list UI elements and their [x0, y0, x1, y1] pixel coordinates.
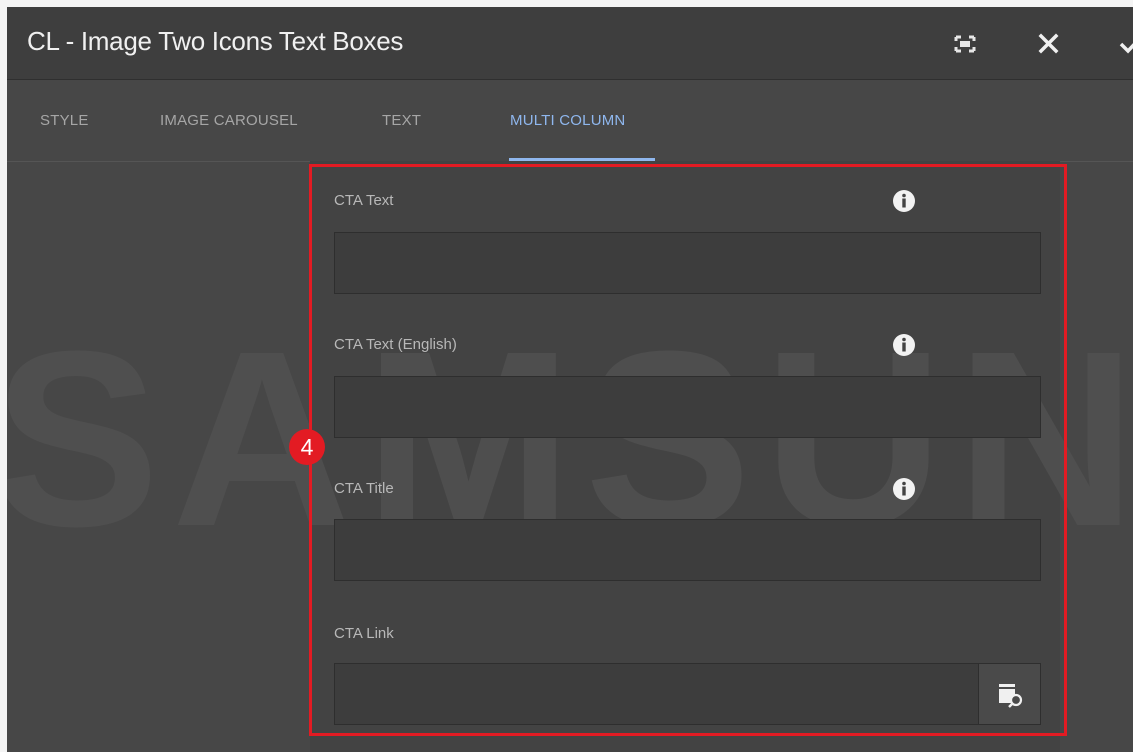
confirm-button[interactable] — [1115, 29, 1133, 59]
info-icon[interactable] — [892, 333, 916, 357]
tab-text[interactable]: TEXT — [382, 112, 421, 129]
close-button[interactable] — [1034, 29, 1064, 59]
tab-multi-column[interactable]: MULTI COLUMN — [510, 112, 625, 129]
dialog-titlebar: CL - Image Two Icons Text Boxes — [7, 7, 1133, 80]
cta-text-input[interactable] — [334, 232, 1041, 294]
dialog: CL - Image Two Icons Text Boxes STYLE IM… — [7, 7, 1133, 752]
cta-link-input[interactable] — [334, 663, 979, 725]
cta-text-english-label: CTA Text (English) — [334, 336, 457, 353]
info-icon[interactable] — [892, 189, 916, 213]
step-marker: 4 — [289, 429, 325, 465]
browse-icon — [999, 684, 1023, 708]
cta-text-label: CTA Text — [334, 192, 394, 209]
cta-text-english-input[interactable] — [334, 376, 1041, 438]
fullscreen-button[interactable] — [950, 29, 980, 59]
cta-title-label: CTA Title — [334, 480, 394, 497]
tab-style[interactable]: STYLE — [40, 112, 89, 129]
tab-bar: STYLE IMAGE CAROUSEL TEXT MULTI COLUMN — [7, 80, 1133, 162]
info-icon[interactable] — [892, 477, 916, 501]
close-icon — [1038, 33, 1059, 54]
fullscreen-icon — [954, 35, 976, 53]
path-browser-button[interactable] — [978, 663, 1041, 725]
dialog-title: CL - Image Two Icons Text Boxes — [27, 26, 404, 56]
check-icon — [1119, 42, 1133, 54]
cta-link-label: CTA Link — [334, 625, 394, 642]
cta-title-input[interactable] — [334, 519, 1041, 581]
tab-image-carousel[interactable]: IMAGE CAROUSEL — [160, 112, 298, 129]
